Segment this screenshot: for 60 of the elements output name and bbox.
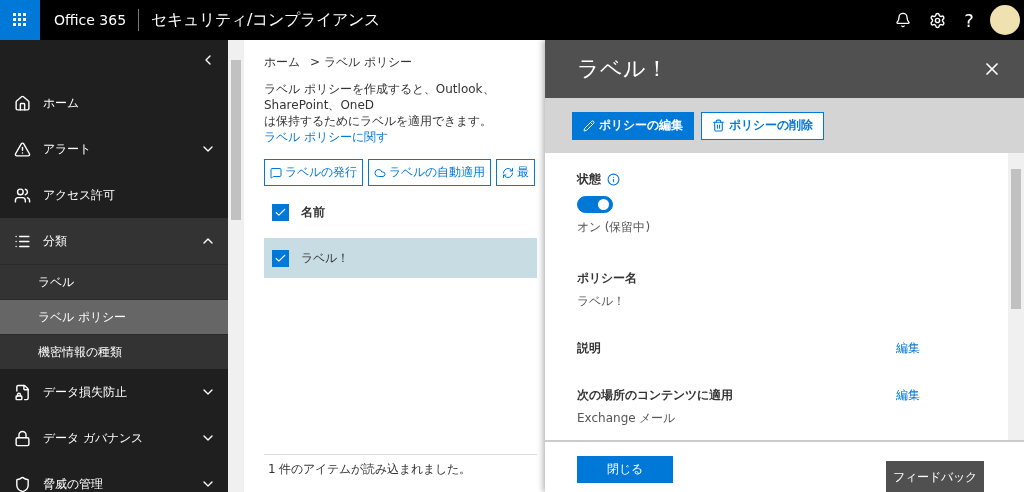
help-button[interactable]: ? (954, 9, 984, 31)
app-name[interactable]: Office 365 (40, 9, 140, 31)
field-value: ラベル！ (577, 293, 626, 310)
warning-icon (14, 140, 31, 158)
table-cell: ラベル！ (301, 249, 349, 267)
action-button[interactable]: ポリシーの削除 (701, 111, 824, 140)
toolbar-button[interactable]: 最 (496, 159, 535, 186)
toolbar-button[interactable]: ラベルの自動適用 (368, 159, 491, 186)
app-title: セキュリティ/コンプライアンス (150, 9, 382, 31)
home-icon (14, 94, 31, 112)
scrollbar[interactable] (228, 40, 244, 492)
scrollbar[interactable] (1008, 153, 1024, 440)
sidebar-item[interactable]: アクセス許可 (0, 172, 228, 218)
column-header[interactable]: 名前 (301, 203, 325, 221)
sidebar-subitem[interactable]: ラベル ポリシー (0, 299, 228, 334)
status-toggle[interactable] (577, 196, 613, 213)
app-launcher-button[interactable] (0, 0, 40, 40)
feedback-button[interactable]: フィードバック (886, 461, 984, 492)
info-link[interactable]: ラベル ポリシーに関す (264, 130, 388, 144)
field-label: 次の場所のコンテンツに適用 (577, 387, 733, 404)
shield-icon (14, 475, 31, 492)
sidebar-subitem[interactable]: ラベル (0, 264, 228, 299)
document-lock-icon (14, 383, 31, 401)
sidebar-subitem[interactable]: 機密情報の種類 (0, 334, 228, 369)
field-label: 説明 (577, 340, 601, 357)
select-all-checkbox[interactable] (272, 203, 289, 221)
waffle-icon (13, 13, 27, 27)
toolbar-button[interactable]: ラベルの発行 (264, 159, 363, 186)
sidebar-item[interactable]: ホーム (0, 80, 228, 126)
table-row[interactable]: ラベル！ (264, 238, 537, 278)
sidebar-item[interactable]: データ損失防止 (0, 369, 228, 415)
edit-link[interactable]: 編集 (896, 387, 920, 404)
panel-title: ラベル！ (577, 55, 669, 83)
breadcrumb-item[interactable]: > ラベル ポリシー (310, 54, 412, 71)
sidebar-item[interactable]: データ ガバナンス (0, 415, 228, 461)
message-icon (270, 166, 282, 179)
refresh-icon (502, 166, 514, 179)
pencil-icon (583, 119, 595, 132)
status-text: オン (保留中) (577, 219, 652, 236)
edit-link[interactable]: 編集 (896, 340, 920, 357)
people-icon (14, 186, 31, 204)
bell-icon[interactable] (895, 12, 911, 28)
row-checkbox[interactable] (272, 249, 289, 267)
lock-icon (14, 429, 31, 447)
sidebar-item[interactable]: 脅威の管理 (0, 461, 228, 492)
close-button[interactable]: 閉じる (577, 456, 673, 483)
action-button[interactable]: ポリシーの編集 (572, 111, 694, 140)
sidebar-item[interactable]: 分類 (0, 218, 228, 264)
field-label: ポリシー名 (577, 270, 637, 287)
field-value: Exchange メール (577, 410, 677, 427)
status-text: 1 件のアイテムが読み込まれました。 (264, 454, 537, 492)
info-icon[interactable] (607, 173, 620, 186)
cloud-icon (374, 166, 386, 179)
breadcrumb-item[interactable]: ホーム (264, 54, 300, 71)
trash-icon (712, 119, 725, 132)
settings-icon[interactable] (928, 11, 946, 29)
sidebar-item[interactable]: アラート (0, 126, 228, 172)
description-text: ラベル ポリシーを作成すると、Outlook、SharePoint、OneD は保持するためにラベルを適用できます。 ラベル ポリシーに関す (264, 81, 496, 145)
avatar[interactable] (990, 5, 1020, 35)
field-label: 状態 (577, 171, 601, 188)
